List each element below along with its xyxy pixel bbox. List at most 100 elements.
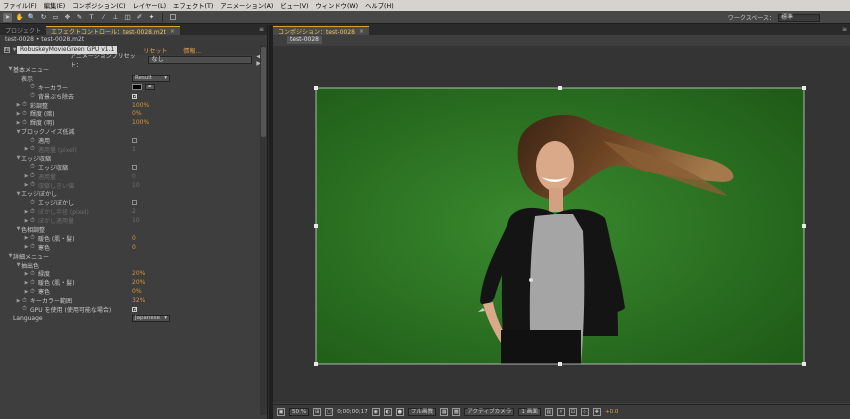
parameter-value[interactable]: 20% xyxy=(132,269,145,278)
workspace-selector[interactable]: ワークスペース： 標準 xyxy=(728,13,820,22)
effect-parameter-row[interactable]: ▼ 基本メニュー xyxy=(0,65,267,74)
stopwatch-icon[interactable]: ⏱ xyxy=(29,288,36,296)
parameter-value[interactable]: 2 xyxy=(132,207,136,216)
region-of-interest-icon[interactable]: ▦ xyxy=(440,408,449,416)
timeline-icon[interactable]: ⊡ xyxy=(568,408,577,416)
parameter-checkbox[interactable] xyxy=(132,136,137,145)
roto-brush-icon[interactable]: ✐ xyxy=(135,13,144,22)
stopwatch-icon[interactable]: ⏱ xyxy=(21,297,28,305)
exposure-value[interactable]: +0.0 xyxy=(605,409,619,415)
exposure-reset-icon[interactable]: ✚ xyxy=(592,408,601,416)
about-link[interactable]: 情報... xyxy=(183,46,201,55)
stopwatch-icon[interactable]: ⏱ xyxy=(29,172,36,180)
effect-parameter-row[interactable]: ⏱ エッジ収縮 xyxy=(0,163,267,172)
stopwatch-icon[interactable]: ⏱ xyxy=(21,101,28,109)
effect-parameter-row[interactable]: ▶ ⏱ 収縮しきい値 10 xyxy=(0,181,267,190)
parameter-dropdown[interactable]: Japanese xyxy=(132,314,170,323)
current-time-display[interactable]: 0;00;00;17 xyxy=(337,409,368,415)
effect-parameter-row[interactable]: ▼ エッジ収縮 xyxy=(0,154,267,163)
pan-behind-icon[interactable]: ✥ xyxy=(63,13,72,22)
tab-project[interactable]: プロジェクト xyxy=(0,26,46,35)
panel-menu-icon[interactable]: ≡ xyxy=(259,26,264,33)
close-icon[interactable]: × xyxy=(359,28,364,35)
stopwatch-icon[interactable]: ⏱ xyxy=(29,217,36,225)
menu-item[interactable]: アニメーション(A) xyxy=(220,1,273,10)
pen-icon[interactable]: ✎ xyxy=(75,13,84,22)
effect-parameter-row[interactable]: 表示 Result xyxy=(0,74,267,83)
parameter-value[interactable]: 100% xyxy=(132,118,149,127)
stopwatch-icon[interactable]: ⏱ xyxy=(21,305,28,313)
stopwatch-icon[interactable]: ⏱ xyxy=(21,119,28,127)
parameter-checkbox[interactable] xyxy=(132,163,137,172)
menu-item[interactable]: ファイル(F) xyxy=(3,1,37,10)
pixel-aspect-icon[interactable]: ▥ xyxy=(544,408,553,416)
fx-toggle-icon[interactable]: fx xyxy=(4,47,10,53)
effect-parameter-row[interactable]: ▼ 抽出色 xyxy=(0,261,267,270)
parameter-value[interactable]: 1 xyxy=(132,145,136,154)
effect-parameter-row[interactable]: ▶ ⏱ 適用量 (pixel) 1 xyxy=(0,145,267,154)
zoom-icon[interactable]: 🔍 xyxy=(27,13,36,22)
dropdown-value[interactable]: Result xyxy=(132,74,170,82)
effect-parameter-row[interactable]: ▶ ⏱ キーカラー範囲 32% xyxy=(0,296,267,306)
menu-item[interactable]: 編集(E) xyxy=(44,1,66,10)
parameter-value[interactable]: 32% xyxy=(132,296,145,305)
effect-parameter-row[interactable]: ⏱ 適用 xyxy=(0,136,267,145)
eraser-icon[interactable]: ◫ xyxy=(123,13,132,22)
parameter-value[interactable]: 10 xyxy=(132,181,140,190)
stopwatch-icon[interactable]: ⏱ xyxy=(29,163,36,171)
stopwatch-icon[interactable]: ⏱ xyxy=(29,92,36,100)
menu-item[interactable]: レイヤー(L) xyxy=(133,1,166,10)
stopwatch-icon[interactable]: ⏱ xyxy=(29,279,36,287)
flowchart-icon[interactable]: ⊹ xyxy=(580,408,589,416)
left-panel-scrollbar[interactable] xyxy=(260,45,267,415)
effect-parameter-row[interactable]: ▼ 色相調整 xyxy=(0,225,267,234)
always-preview-icon[interactable]: ▣ xyxy=(277,408,285,416)
menu-item[interactable]: コンポジション(C) xyxy=(72,1,125,10)
view-layout-dropdown[interactable]: 1 画面 xyxy=(518,408,541,416)
stopwatch-icon[interactable]: ⏱ xyxy=(29,199,36,207)
safe-margins-icon[interactable]: ⊞ xyxy=(313,408,322,416)
tab-effect-controls[interactable]: エフェクトコントロール：test-0028.m2t × xyxy=(46,26,180,36)
parameter-value[interactable]: 0% xyxy=(132,109,142,118)
effect-parameter-row[interactable]: Language Japanese xyxy=(0,314,267,323)
checkbox[interactable] xyxy=(132,200,137,206)
selection-arrow-icon[interactable]: ➤ xyxy=(3,12,12,22)
effect-parameter-row[interactable]: ▶ ⏱ 適用量 0 xyxy=(0,172,267,181)
scrollbar-thumb[interactable] xyxy=(261,47,266,137)
eyedropper-icon[interactable]: ✒ xyxy=(145,84,155,91)
parameter-checkbox[interactable]: ✓ xyxy=(132,305,138,314)
tab-composition[interactable]: コンポジション：test-0028 × xyxy=(273,26,369,36)
puppet-pin-icon[interactable]: ✦ xyxy=(147,13,156,22)
effect-parameter-row[interactable]: ▼ ブロックノイズ低減 xyxy=(0,127,267,137)
channel-color-icon[interactable]: ● xyxy=(395,408,404,416)
effect-parameter-row[interactable]: ⏱ GPU を使用 (使用可能な場合) ✓ xyxy=(0,305,267,314)
composition-subtab[interactable]: test-0028 xyxy=(273,35,850,45)
brush-icon[interactable]: ⁄ xyxy=(99,13,108,22)
composition-viewer[interactable] xyxy=(273,46,850,403)
transparency-grid-icon[interactable]: ▩ xyxy=(452,408,461,416)
reset-link[interactable]: リセット xyxy=(143,46,167,55)
parameter-checkbox[interactable]: ✓ xyxy=(132,92,138,101)
parameter-checkbox[interactable] xyxy=(132,198,137,207)
effect-parameter-row[interactable]: ⏱ エッジぼかし xyxy=(0,198,267,207)
effect-parameter-row[interactable]: ▼ 詳細メニュー xyxy=(0,252,267,261)
rotate-icon[interactable]: ↻ xyxy=(39,13,48,22)
snapshot-camera-icon[interactable]: ◉ xyxy=(371,408,380,416)
checkbox[interactable] xyxy=(132,164,137,170)
stopwatch-icon[interactable]: ⏱ xyxy=(29,270,36,278)
effect-parameter-row[interactable]: ▶ ⏱ 輝度 (明) 100% xyxy=(0,118,267,128)
dropdown-value[interactable]: Japanese xyxy=(132,314,170,322)
camera-icon[interactable]: ▭ xyxy=(51,13,60,22)
parameter-value[interactable]: 10 xyxy=(132,216,140,225)
camera-dropdown[interactable]: アクティブカメラ xyxy=(464,408,515,416)
effect-parameter-row[interactable]: ▶ ⏱ 輝度 (暗) 0% xyxy=(0,109,267,119)
effect-parameter-row[interactable]: ▶ ⏱ 寒色 0 xyxy=(0,243,267,252)
parameter-value[interactable]: 0 xyxy=(132,234,136,243)
panel-menu-icon[interactable]: ≡ xyxy=(842,26,847,33)
parameter-value[interactable]: 0 xyxy=(132,243,136,252)
stopwatch-icon[interactable]: ⏱ xyxy=(29,145,36,153)
parameter-value[interactable]: 20% xyxy=(132,278,145,287)
effect-parameter-row[interactable]: ▶ ⏱ ぼかし半径 (pixel) 2 xyxy=(0,207,267,217)
checkbox[interactable] xyxy=(132,138,137,144)
close-icon[interactable]: × xyxy=(170,28,175,35)
